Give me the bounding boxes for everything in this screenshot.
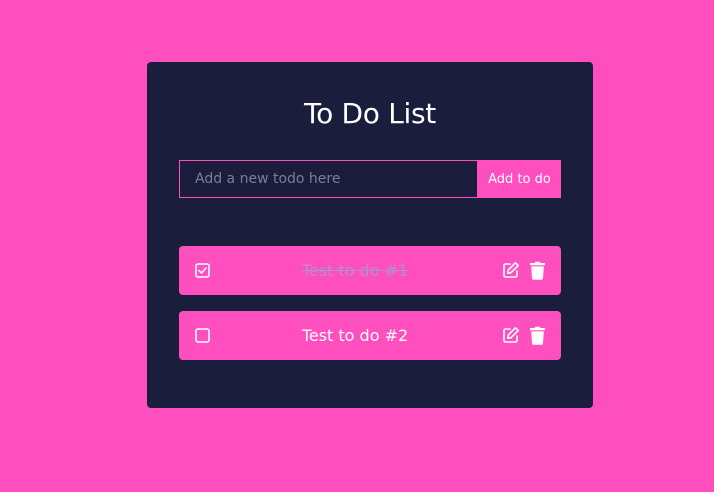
page-title: To Do List [304, 97, 436, 130]
add-todo-button[interactable]: Add to do [478, 160, 561, 198]
todo-card: To Do List Add to do Test to do #1 Test … [147, 62, 593, 408]
todo-text: Test to do #2 [301, 326, 409, 345]
add-todo-form: Add to do [179, 160, 561, 198]
todo-text: Test to do #1 [301, 261, 409, 280]
edit-icon[interactable] [502, 326, 520, 344]
edit-icon[interactable] [502, 261, 520, 279]
checkbox-empty-icon[interactable] [195, 328, 210, 343]
todo-input[interactable] [179, 160, 478, 198]
todo-item: Test to do #2 [179, 311, 561, 360]
todo-item: Test to do #1 [179, 246, 561, 295]
trash-icon[interactable] [529, 326, 546, 345]
trash-icon[interactable] [529, 261, 546, 280]
checkbox-checked-icon[interactable] [195, 263, 210, 278]
